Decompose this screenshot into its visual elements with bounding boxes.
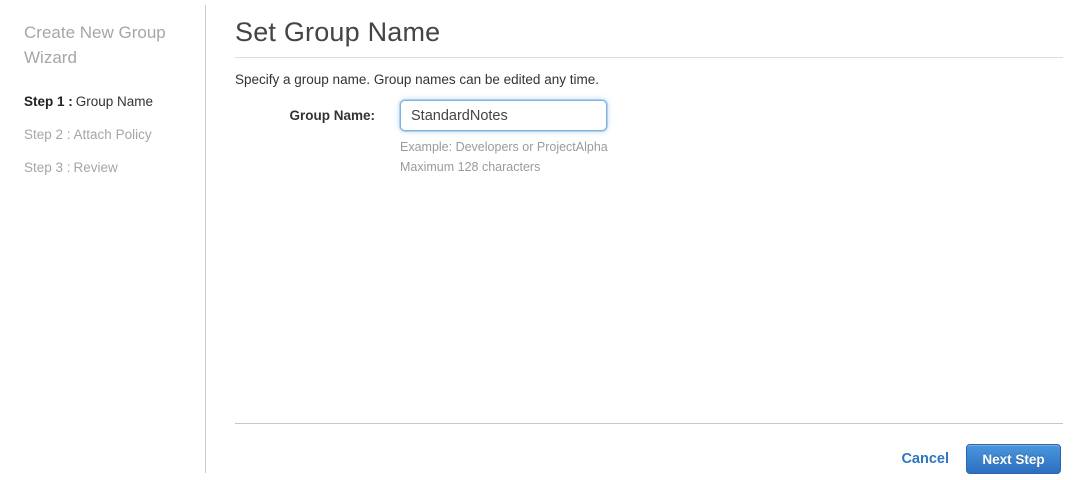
step-2-label: Attach Policy — [73, 127, 152, 142]
step-2-prefix: Step 2 : — [24, 127, 71, 142]
cancel-button[interactable]: Cancel — [901, 451, 949, 467]
hint-example: Example: Developers or ProjectAlpha — [400, 140, 608, 154]
step-1-label: Group Name — [75, 94, 154, 109]
step-1-prefix: Step 1 : — [24, 94, 73, 109]
hint-max-length: Maximum 128 characters — [400, 160, 541, 174]
page-description: Specify a group name. Group names can be… — [235, 72, 599, 87]
footer-actions: Cancel Next Step — [901, 444, 1061, 474]
wizard-title: Create New Group Wizard — [24, 23, 166, 67]
group-name-form-row: Group Name: Example: Developers or Proje… — [235, 100, 1063, 177]
group-name-input[interactable] — [400, 100, 607, 131]
wizard-step-attach-policy: Step 2 : Attach Policy — [24, 127, 189, 143]
wizard-sidebar: Create New Group Wizard Step 1 : Group Na… — [0, 0, 205, 480]
wizard-step-group-name: Step 1 : Group Name — [24, 94, 189, 110]
main-content: Set Group Name Specify a group name. Gro… — [235, 0, 1063, 480]
group-name-field-column: Example: Developers or ProjectAlpha Maxi… — [400, 100, 608, 177]
footer-divider — [235, 423, 1063, 424]
step-3-prefix: Step 3 : — [24, 160, 71, 175]
title-divider — [235, 57, 1063, 58]
sidebar-divider — [205, 5, 206, 473]
wizard-step-review: Step 3 : Review — [24, 160, 189, 176]
group-name-label: Group Name: — [289, 108, 375, 123]
step-3-label: Review — [73, 160, 118, 175]
next-step-button[interactable]: Next Step — [966, 444, 1061, 474]
group-name-hint: Example: Developers or ProjectAlpha Maxi… — [400, 137, 608, 177]
page-title: Set Group Name — [235, 17, 441, 47]
